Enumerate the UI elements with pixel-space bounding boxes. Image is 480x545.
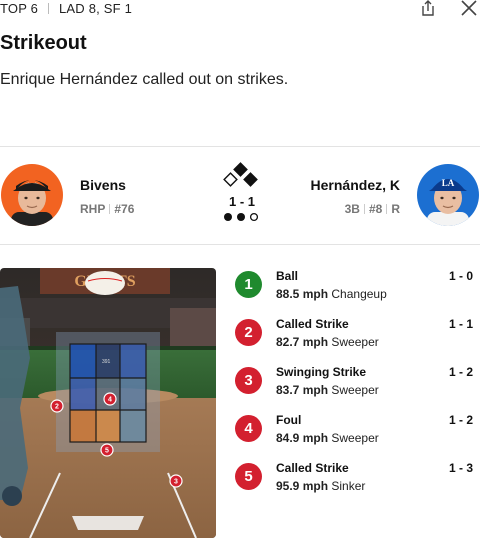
outs-indicator (224, 212, 259, 222)
batter-bats: R (391, 202, 400, 216)
svg-text:2: 2 (55, 404, 59, 411)
pitch-count: 1 - 0 (448, 269, 473, 283)
pitch-type: Sweeper (331, 383, 379, 397)
batter-avatar[interactable]: LA (417, 164, 479, 226)
pitch-speed: 84.9 mph (276, 431, 329, 445)
pitch-count: 1 - 1 (448, 317, 473, 331)
pitch-row[interactable]: 1 Ball 88.5 mph Changeup 1 - 0 (235, 268, 480, 308)
svg-text:LA: LA (442, 178, 455, 188)
score-label: LAD 8, SF 1 (59, 1, 133, 16)
game-status-bar: TOP 6 LAD 8, SF 1 (0, 0, 480, 18)
pitch-row[interactable]: 4 Foul 84.9 mph Sweeper 1 - 2 (235, 412, 480, 452)
pitch-type: Sweeper (331, 431, 379, 445)
pitcher-headshot-icon (1, 164, 63, 226)
pitch-location-graphic: GIANTS 391 (0, 268, 216, 538)
bases-diamond-icon (223, 162, 258, 187)
close-icon[interactable] (459, 0, 479, 16)
pitch-row[interactable]: 3 Swinging Strike 83.7 mph Sweeper 1 - 2 (235, 364, 480, 404)
pitch-speed-type: 95.9 mph Sinker (276, 479, 365, 493)
svg-text:5: 5 (105, 448, 109, 455)
pitch-type: Changeup (331, 287, 387, 301)
pitch-speed-type: 84.9 mph Sweeper (276, 431, 379, 445)
pitch-number-badge: 1 (235, 271, 262, 298)
divider (0, 146, 480, 147)
pitch-speed: 95.9 mph (276, 479, 329, 493)
svg-text:4: 4 (108, 397, 112, 404)
svg-text:3: 3 (174, 479, 178, 486)
pitch-result: Foul (276, 413, 302, 427)
batter-name[interactable]: Hernández, K (311, 177, 400, 193)
share-icon[interactable] (419, 0, 437, 16)
pitch-count: 1 - 3 (448, 461, 473, 475)
divider (48, 3, 49, 14)
pitch-number-badge: 4 (235, 415, 262, 442)
pitcher-avatar[interactable] (1, 164, 63, 226)
pitcher-position: RHP (80, 202, 106, 216)
pitch-result: Called Strike (276, 317, 349, 331)
pitcher-meta: RHP #76 (80, 202, 134, 216)
pitcher-number: #76 (114, 202, 135, 216)
batter-position: 3B (344, 202, 360, 216)
pitcher-name[interactable]: Bivens (80, 177, 126, 193)
ball-strike-count: 1 - 1 (228, 194, 255, 209)
pitch-number-badge: 5 (235, 463, 262, 490)
inning-label: TOP 6 (0, 1, 39, 16)
pitch-count: 1 - 2 (448, 413, 473, 427)
pitch-speed-type: 83.7 mph Sweeper (276, 383, 379, 397)
batter-headshot-icon: LA (417, 164, 479, 226)
pitch-speed: 83.7 mph (276, 383, 329, 397)
play-description: Enrique Hernández called out on strikes. (0, 71, 289, 88)
pitch-count: 1 - 2 (448, 365, 473, 379)
pitch-speed-type: 88.5 mph Changeup (276, 287, 387, 301)
pitch-speed-type: 82.7 mph Sweeper (276, 335, 379, 349)
pitch-result: Ball (276, 269, 299, 283)
pitch-number-badge: 3 (235, 367, 262, 394)
batter-meta: 3B #8 R (345, 202, 400, 216)
pitch-speed: 82.7 mph (276, 335, 329, 349)
batter-number: #8 (368, 202, 383, 216)
play-title: Strikeout (0, 32, 87, 54)
pitch-row[interactable]: 2 Called Strike 82.7 mph Sweeper 1 - 1 (235, 316, 480, 356)
pitch-type: Sinker (331, 479, 366, 493)
pitch-type: Sweeper (331, 335, 379, 349)
pitch-speed: 88.5 mph (276, 287, 329, 301)
divider (0, 244, 480, 245)
pitch-result: Swinging Strike (276, 365, 367, 379)
jumbotron-text: 391 (102, 359, 111, 365)
pitch-row[interactable]: 5 Called Strike 95.9 mph Sinker 1 - 3 (235, 460, 480, 500)
strike-zone-view[interactable]: GIANTS 391 (0, 268, 216, 538)
pitch-number-badge: 2 (235, 319, 262, 346)
pitch-result: Called Strike (276, 461, 349, 475)
